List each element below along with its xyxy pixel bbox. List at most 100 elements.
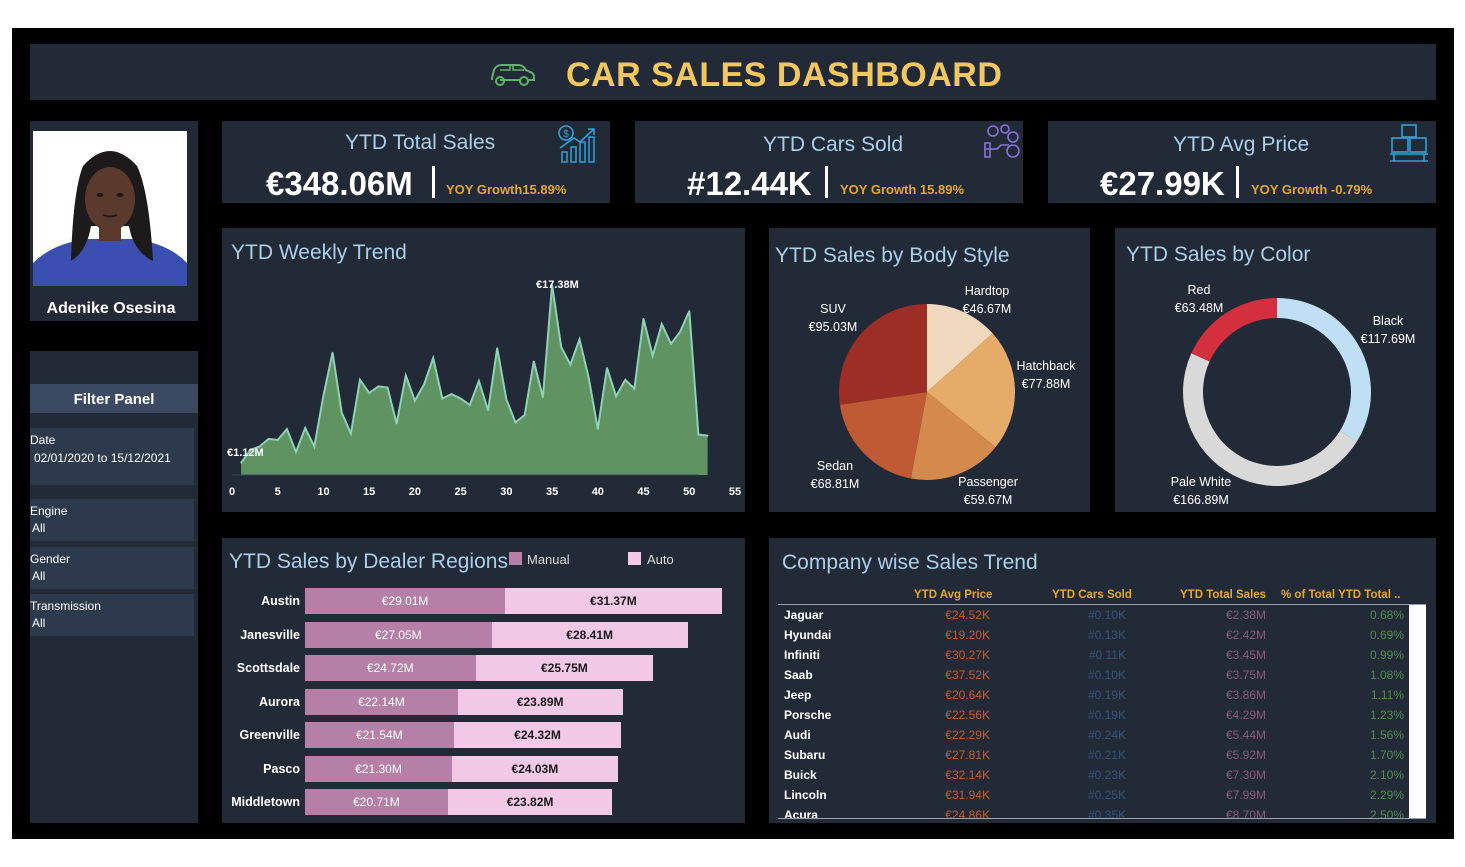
company-name: Saab	[784, 668, 813, 682]
weekly-point[interactable]	[514, 421, 517, 424]
region-bar-manual[interactable]: €21.54M	[305, 722, 454, 748]
weekly-point[interactable]	[450, 393, 453, 395]
region-bar-manual[interactable]: €21.30M	[305, 755, 452, 782]
weekly-point[interactable]	[313, 445, 316, 448]
col-pct-total[interactable]: % of Total YTD Total ..	[1281, 589, 1400, 601]
weekly-point[interactable]	[661, 323, 663, 325]
company-name: Buick	[784, 768, 817, 782]
weekly-point[interactable]	[560, 346, 562, 348]
col-cars-sold[interactable]: YTD Cars Sold	[1052, 589, 1132, 601]
region-bar-auto[interactable]: €25.75M	[475, 655, 654, 681]
transmission-filter[interactable]: Transmission All	[30, 594, 194, 636]
region-label: Scottsdale	[236, 661, 300, 675]
weekly-point[interactable]	[469, 404, 471, 406]
date-filter-value: 02/01/2020 to 15/12/2021	[34, 451, 171, 465]
weekly-point[interactable]	[276, 439, 279, 441]
region-bar-manual[interactable]: €27.05M	[305, 621, 492, 648]
weekly-point[interactable]	[688, 310, 691, 312]
weekly-point[interactable]	[597, 428, 599, 430]
weekly-point[interactable]	[395, 422, 398, 425]
weekly-point[interactable]	[651, 355, 654, 357]
weekly-point[interactable]	[670, 343, 672, 345]
region-bar-auto[interactable]: €24.32M	[453, 722, 622, 748]
weekly-point[interactable]	[697, 433, 700, 436]
weekly-point[interactable]	[350, 432, 352, 435]
weekly-point[interactable]	[679, 331, 681, 333]
col-total-sales[interactable]: YTD Total Sales	[1180, 589, 1266, 601]
weekly-point[interactable]	[542, 396, 544, 399]
table-row[interactable]: Saab €37.52K #0.10K €3.75M 1.08%	[784, 666, 1406, 686]
weekly-point[interactable]	[331, 351, 334, 354]
company-name: Infiniti	[784, 648, 820, 662]
weekly-point[interactable]	[322, 394, 325, 396]
weekly-point[interactable]	[587, 376, 590, 379]
region-bar-manual[interactable]: €29.01M	[305, 588, 506, 614]
weekly-point[interactable]	[368, 392, 370, 394]
table-row[interactable]: Buick €32.14K #0.23K €7.30M 2.10%	[784, 766, 1406, 786]
col-avg-price[interactable]: YTD Avg Price	[914, 589, 992, 601]
table-row[interactable]: Subaru €27.81K #0.21K €5.92M 1.70%	[784, 746, 1406, 766]
weekly-point[interactable]	[441, 397, 444, 400]
cars-sold-cell: #0.21K	[1087, 748, 1126, 762]
weekly-point[interactable]	[578, 338, 581, 341]
weekly-point[interactable]	[487, 409, 489, 412]
table-row[interactable]: Audi €22.29K #0.24K €5.44M 1.56%	[784, 726, 1406, 746]
gender-filter[interactable]: Gender All	[30, 547, 194, 589]
engine-filter-value: All	[32, 521, 46, 535]
weekly-point[interactable]	[432, 357, 434, 359]
table-row[interactable]: Jaguar €24.52K #0.10K €2.38M 0.68%	[784, 606, 1406, 626]
sales-chart-icon: $	[558, 125, 595, 163]
weekly-point[interactable]	[633, 387, 636, 390]
weekly-point[interactable]	[459, 397, 462, 400]
weekly-point[interactable]	[286, 428, 288, 430]
table-row[interactable]: Infiniti €30.27K #0.11K €3.45M 0.99%	[784, 646, 1406, 666]
weekly-x-tick: 50	[683, 486, 695, 498]
color-slice-pale-white[interactable]	[1183, 353, 1357, 486]
weekly-point[interactable]	[523, 414, 526, 416]
region-bar-manual[interactable]: €24.72M	[305, 655, 476, 681]
legend-auto-label: Auto	[647, 552, 674, 567]
weekly-point[interactable]	[505, 398, 508, 401]
table-row[interactable]: Hyundai €19.20K #0.13K €2.42M 0.69%	[784, 626, 1406, 646]
weekly-point[interactable]	[359, 379, 361, 381]
region-bar-auto[interactable]: €23.82M	[447, 789, 613, 815]
weekly-point[interactable]	[533, 360, 535, 363]
region-bar-auto[interactable]: €31.37M	[505, 588, 722, 614]
table-row[interactable]: Porsche €22.56K #0.19K €4.29M 1.23%	[784, 706, 1406, 726]
weekly-point[interactable]	[606, 367, 608, 369]
region-bar-auto[interactable]: €24.03M	[451, 755, 618, 782]
weekly-x-tick: 25	[455, 486, 467, 498]
region-bar-manual[interactable]: €20.71M	[305, 789, 448, 815]
weekly-point[interactable]	[414, 399, 416, 402]
weekly-point[interactable]	[624, 379, 627, 381]
weekly-point[interactable]	[304, 427, 306, 429]
avg-price-cell: €30.27K	[945, 648, 990, 662]
weekly-point[interactable]	[642, 317, 645, 320]
weekly-point[interactable]	[706, 434, 709, 437]
weekly-point[interactable]	[267, 438, 270, 440]
weekly-point[interactable]	[377, 385, 380, 388]
table-row[interactable]: Jeep €20.64K #0.19K €3.86M 1.11%	[784, 686, 1406, 706]
date-filter[interactable]: Date 02/01/2020 to 15/12/2021	[30, 428, 194, 485]
weekly-x-tick: 5	[275, 486, 281, 498]
weekly-point[interactable]	[569, 363, 572, 366]
kpi-avg-price-title: YTD Avg Price	[1173, 133, 1310, 156]
table-scrollbar[interactable]	[1409, 605, 1426, 818]
engine-filter[interactable]: Engine All	[30, 499, 194, 541]
weekly-point[interactable]	[405, 374, 407, 377]
weekly-point[interactable]	[240, 462, 242, 464]
weekly-point[interactable]	[423, 383, 425, 386]
table-row[interactable]: Lincoln €31.94K #0.25K €7.99M 2.29%	[784, 786, 1406, 806]
region-bar-auto[interactable]: €23.89M	[457, 688, 623, 715]
weekly-point[interactable]	[478, 380, 480, 382]
weekly-point[interactable]	[386, 386, 389, 389]
pct-cell: 1.56%	[1369, 728, 1404, 742]
weekly-point[interactable]	[615, 395, 617, 398]
region-bar-auto[interactable]: €28.41M	[491, 621, 688, 648]
table-row[interactable]: Acura €24.86K #0.35K €8.70M 2.50%	[784, 806, 1406, 818]
weekly-point[interactable]	[295, 451, 297, 453]
region-bar-manual[interactable]: €22.14M	[305, 688, 458, 715]
weekly-point[interactable]	[340, 411, 343, 414]
profile-name: Adenike Osesina	[46, 300, 176, 317]
weekly-point[interactable]	[496, 347, 499, 349]
